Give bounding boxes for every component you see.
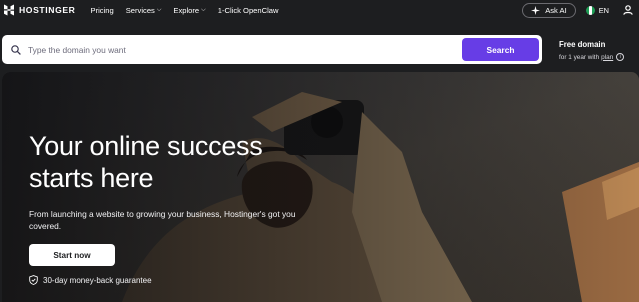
search-icon (11, 44, 21, 55)
nav-explore-label: Explore (173, 5, 200, 15)
shield-check-icon (29, 275, 38, 285)
nav-pricing[interactable]: Pricing (91, 6, 114, 15)
free-domain-title: Free domain (559, 40, 606, 49)
domain-search-bar: Search (2, 35, 542, 64)
start-now-button[interactable]: Start now (29, 244, 115, 266)
nav-openclaw-label: 1-Click OpenClaw (217, 5, 279, 15)
free-domain-subtitle: for 1 year with plan i (559, 53, 625, 61)
user-icon[interactable] (623, 5, 633, 15)
ask-ai-label: Ask AI (545, 5, 567, 15)
chevron-down-icon: ⌵ (201, 6, 206, 13)
search-button[interactable]: Search (462, 38, 539, 61)
hostinger-logo[interactable]: HOSTINGER (3, 4, 76, 16)
sparkle-icon (531, 5, 541, 15)
nigeria-flag-icon (585, 5, 595, 15)
money-back-guarantee: 30-day money-back guarantee (29, 275, 152, 285)
ask-ai-button[interactable]: Ask AI (522, 2, 576, 18)
free-domain-sub-text: for 1 year with (559, 53, 600, 61)
hero-title: Your online success starts here (29, 131, 263, 193)
language-selector[interactable]: EN (585, 5, 609, 15)
search-button-label: Search (486, 44, 515, 55)
top-navigation: HOSTINGER Pricing Services ⌵ Explore ⌵ 1… (0, 0, 639, 20)
nav-openclaw[interactable]: 1-Click OpenClaw (218, 6, 279, 15)
info-icon[interactable]: i (616, 53, 625, 61)
hero-section: Your online success starts here From lau… (2, 72, 639, 302)
guarantee-text: 30-day money-back guarantee (43, 275, 152, 285)
nav-services[interactable]: Services ⌵ (126, 6, 162, 15)
nav-services-label: Services (125, 5, 155, 15)
nav-right-group: Ask AI EN (522, 0, 633, 20)
domain-search-input[interactable] (28, 44, 448, 55)
nav-pricing-label: Pricing (90, 5, 114, 15)
hostinger-logo-icon (4, 4, 14, 16)
nav-explore[interactable]: Explore ⌵ (173, 6, 205, 15)
chevron-down-icon: ⌵ (156, 6, 162, 13)
plan-link[interactable]: plan (601, 54, 613, 61)
free-domain-promo: Free domain for 1 year with plan i (559, 40, 625, 61)
hero-subtitle: From launching a website to growing your… (29, 209, 296, 231)
start-now-label: Start now (53, 250, 91, 260)
logo-text: HOSTINGER (19, 5, 76, 15)
language-label: EN (598, 5, 609, 15)
